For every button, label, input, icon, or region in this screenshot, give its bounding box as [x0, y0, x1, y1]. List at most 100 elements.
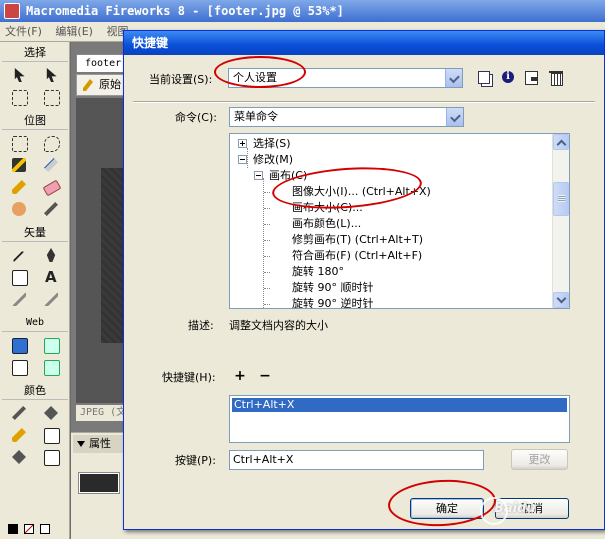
- shortcuts-label: 快捷键(H):: [162, 371, 216, 384]
- tree-connector: [264, 288, 270, 289]
- hotspot-tool-icon[interactable]: [7, 335, 31, 355]
- tree-item[interactable]: 画布(C): [254, 168, 307, 184]
- scale-tool-icon[interactable]: [7, 87, 31, 107]
- tree-scrollbar[interactable]: [552, 134, 569, 308]
- fireworks-logo-icon: [4, 3, 20, 19]
- tree-connector: [264, 304, 270, 305]
- tree-item[interactable]: 修改(M): [238, 152, 293, 168]
- show-slices-icon[interactable]: [39, 357, 63, 377]
- tree-item[interactable]: 旋转 180°: [264, 264, 344, 280]
- pencil-tool-icon[interactable]: [7, 177, 31, 197]
- knife-tool-icon[interactable]: [39, 289, 63, 309]
- commands-label: 命令(C):: [175, 111, 217, 124]
- tools-section-vector: 矢量: [2, 225, 68, 242]
- brush-tool-icon[interactable]: [39, 155, 63, 175]
- paint-bucket-tool-icon[interactable]: [39, 403, 63, 423]
- menu-file[interactable]: 文件(F): [0, 22, 47, 42]
- shortcuts-list[interactable]: Ctrl+Alt+X: [229, 395, 570, 443]
- tree-connector: [264, 240, 270, 241]
- blur-tool-icon[interactable]: [7, 199, 31, 219]
- tree-item[interactable]: 选择(S): [238, 136, 291, 152]
- shortcut-list-item[interactable]: Ctrl+Alt+X: [232, 398, 567, 412]
- tree-item[interactable]: 旋转 90° 顺时针: [264, 280, 374, 296]
- subselection-tool-icon[interactable]: [39, 65, 63, 85]
- expand-icon[interactable]: [238, 139, 247, 148]
- description-label: 描述:: [188, 319, 214, 332]
- eraser-tool-icon[interactable]: [39, 177, 63, 197]
- commands-value: 菜单命令: [234, 110, 278, 123]
- remove-shortcut-button[interactable]: −: [258, 369, 272, 384]
- chevron-down-icon[interactable]: [446, 108, 463, 126]
- fill-color-swatch[interactable]: [39, 447, 63, 467]
- change-button[interactable]: 更改: [511, 449, 568, 470]
- dialog-title: 快捷键: [124, 31, 604, 55]
- tree-connector: [264, 192, 270, 193]
- original-view-label: 原始: [99, 78, 121, 91]
- tree-connector: [264, 256, 270, 257]
- description-value: 调整文档内容的大小: [229, 319, 328, 332]
- chevron-down-icon[interactable]: [445, 69, 462, 87]
- scroll-down-icon[interactable]: [553, 292, 569, 308]
- commands-tree[interactable]: 选择(S) 修改(M) 画布(C) 图像大小(I)... (Ctrl+Alt+X…: [229, 133, 570, 309]
- freeform-tool-icon[interactable]: [7, 289, 31, 309]
- current-set-value: 个人设置: [233, 71, 277, 84]
- slice-tool-icon[interactable]: [39, 335, 63, 355]
- tree-item[interactable]: 旋转 90° 逆时针: [264, 296, 374, 308]
- stroke-color-icon[interactable]: [7, 425, 31, 445]
- text-tool-icon[interactable]: [39, 267, 63, 287]
- menu-edit[interactable]: 编辑(E): [50, 22, 98, 42]
- crop-tool-icon[interactable]: [39, 87, 63, 107]
- tools-section-web: Web: [2, 315, 68, 332]
- current-set-select[interactable]: 个人设置: [228, 68, 463, 88]
- collapse-icon[interactable]: [254, 171, 263, 180]
- export-html-icon[interactable]: [523, 70, 539, 86]
- tree-item[interactable]: 画布大小(C)...: [264, 200, 363, 216]
- eyedropper-tool-icon[interactable]: [7, 403, 31, 423]
- duplicate-set-icon[interactable]: [476, 70, 492, 86]
- pen-tool-icon[interactable]: [39, 245, 63, 265]
- tools-section-colors: 颜色: [2, 383, 68, 400]
- properties-thumbnail: [78, 472, 120, 494]
- fill-color-icon[interactable]: [7, 447, 31, 467]
- hide-slices-icon[interactable]: [7, 357, 31, 377]
- tree-item[interactable]: 画布颜色(L)...: [264, 216, 361, 232]
- default-colors-icon[interactable]: [8, 524, 18, 534]
- shortcuts-dialog: 快捷键 当前设置(S): 个人设置 命令(C): 菜单命令 选择(S) 修改(: [123, 30, 605, 530]
- marquee-tool-icon[interactable]: [7, 133, 31, 153]
- tools-section-bitmap: 位图: [2, 113, 68, 130]
- pointer-tool-icon[interactable]: [7, 65, 31, 85]
- collapse-icon[interactable]: [238, 155, 247, 164]
- line-tool-icon[interactable]: [7, 245, 31, 265]
- dialog-body: 当前设置(S): 个人设置 命令(C): 菜单命令 选择(S) 修改(M): [127, 55, 601, 527]
- current-set-label: 当前设置(S):: [149, 73, 213, 86]
- tools-section-select: 选择: [2, 45, 68, 62]
- rubber-stamp-tool-icon[interactable]: [39, 199, 63, 219]
- commands-select[interactable]: 菜单命令: [229, 107, 464, 127]
- tools-panel: 选择 位图 矢量 Web 颜色: [0, 42, 70, 539]
- tree-connector: [264, 272, 270, 273]
- dialog-separator: [133, 101, 595, 103]
- scroll-up-icon[interactable]: [553, 134, 569, 150]
- keys-input[interactable]: Ctrl+Alt+X: [229, 450, 484, 470]
- tree-item[interactable]: 符合画布(F) (Ctrl+Alt+F): [264, 248, 422, 264]
- rectangle-tool-icon[interactable]: [7, 267, 31, 287]
- delete-set-icon[interactable]: [548, 70, 564, 86]
- tree-item[interactable]: 修剪画布(T) (Ctrl+Alt+T): [264, 232, 423, 248]
- magic-wand-tool-icon[interactable]: [7, 155, 31, 175]
- swap-colors-icon[interactable]: [40, 524, 50, 534]
- stroke-color-swatch[interactable]: [39, 425, 63, 445]
- add-shortcut-button[interactable]: +: [233, 369, 247, 384]
- tree-item[interactable]: 图像大小(I)... (Ctrl+Alt+X): [264, 184, 431, 200]
- scrollbar-thumb[interactable]: [553, 182, 569, 216]
- pen-icon: [83, 79, 93, 91]
- no-color-icon[interactable]: [24, 524, 34, 534]
- watermark-logo: Baidu: [480, 494, 564, 525]
- tree-connector: [264, 224, 270, 225]
- ok-button[interactable]: 确定: [410, 498, 484, 519]
- lasso-tool-icon[interactable]: [39, 133, 63, 153]
- keys-label: 按键(P):: [175, 454, 216, 467]
- app-title: Macromedia Fireworks 8 - [footer.jpg @ 5…: [26, 4, 344, 18]
- app-title-bar: Macromedia Fireworks 8 - [footer.jpg @ 5…: [0, 0, 605, 22]
- tree-connector: [264, 208, 270, 209]
- info-icon[interactable]: [499, 70, 515, 86]
